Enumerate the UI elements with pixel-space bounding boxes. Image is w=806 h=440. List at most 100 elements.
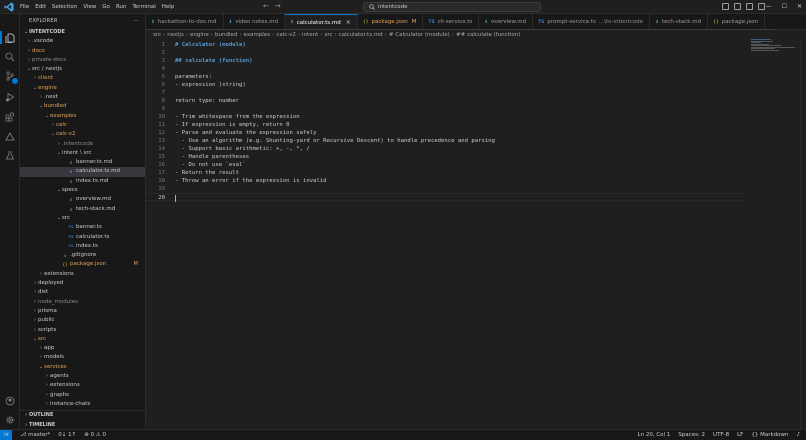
breadcrumb-item[interactable]: calc-v2 xyxy=(276,32,296,38)
menu-item-go[interactable]: Go xyxy=(99,0,113,14)
minimize-button[interactable]: — xyxy=(766,1,772,13)
editor-tab[interactable]: TS prompt-service.ts ...\to-intentcode xyxy=(533,14,651,29)
toggle-sidebar-icon[interactable] xyxy=(722,3,729,10)
folder-item[interactable]: ⌄ intent \ src xyxy=(20,149,145,158)
editor-tab[interactable]: {} package.json M xyxy=(358,14,424,29)
indentation-status[interactable]: Spaces: 2 xyxy=(678,432,705,438)
file-item[interactable]: ⬇ index.ts.md xyxy=(20,177,145,186)
folder-item[interactable]: › public xyxy=(20,316,145,325)
folder-item[interactable]: ⌄ examples xyxy=(20,112,145,121)
forward-arrow-icon[interactable]: → xyxy=(275,2,281,10)
menu-item-terminal[interactable]: Terminal xyxy=(129,0,158,14)
editor-tab[interactable]: {} package.json xyxy=(708,14,766,29)
customize-layout-icon[interactable] xyxy=(758,3,765,10)
sync-status[interactable]: 0↓ 1↑ xyxy=(58,432,76,438)
file-item[interactable]: ⬇ banner.ts.md xyxy=(20,158,145,167)
folder-item[interactable]: › app xyxy=(20,344,145,353)
language-mode[interactable]: {} Markdown xyxy=(751,432,788,438)
editor-tab[interactable]: TS cli-service.ts xyxy=(423,14,480,29)
breadcrumb-item[interactable]: src xyxy=(153,32,161,38)
menu-item-selection[interactable]: Selection xyxy=(49,0,80,14)
maximize-button[interactable]: ☐ xyxy=(782,1,787,13)
file-item[interactable]: TS index.ts xyxy=(20,242,145,251)
workspace-root-folder[interactable]: ⌄INTENTCODE xyxy=(20,28,145,37)
folder-item[interactable]: › .vscode xyxy=(20,37,145,46)
folder-item[interactable]: › graphs xyxy=(20,391,145,400)
encoding-status[interactable]: UTF-8 xyxy=(713,432,729,438)
editor-tab[interactable]: ⬇ video notes.md xyxy=(224,14,285,29)
folder-item[interactable]: › extensions xyxy=(20,270,145,279)
menu-item-edit[interactable]: Edit xyxy=(32,0,49,14)
folder-item[interactable]: ⌄ src xyxy=(20,335,145,344)
folder-item[interactable]: ⌄ engine xyxy=(20,84,145,93)
folder-item[interactable]: ⌄ calc-v2 xyxy=(20,130,145,139)
folder-item[interactable]: › prisma xyxy=(20,307,145,316)
command-center-search[interactable]: intentcode xyxy=(363,2,541,12)
problems-status[interactable]: ⊗ 0 ⚠ 0 xyxy=(84,432,106,438)
file-item[interactable]: {} package.json M xyxy=(20,260,145,269)
folder-item[interactable]: › .next xyxy=(20,93,145,102)
eol-status[interactable]: LF xyxy=(737,432,743,438)
editor-tab[interactable]: ⬇ overview.md xyxy=(479,14,534,29)
cursor-position[interactable]: Ln 20, Col 1 xyxy=(638,432,671,438)
editor-tab[interactable]: ⬇ tech-stack.md xyxy=(650,14,709,29)
menu-item-run[interactable]: Run xyxy=(113,0,130,14)
breadcrumb-item[interactable]: bundled xyxy=(215,32,237,38)
menu-item-help[interactable]: Help xyxy=(159,0,178,14)
menu-item-file[interactable]: File xyxy=(17,0,32,14)
breadcrumb-item[interactable]: engine xyxy=(190,32,209,38)
file-item[interactable]: ⬇ overview.md xyxy=(20,195,145,204)
folder-item[interactable]: › .intentcode xyxy=(20,140,145,149)
toggle-panel-icon[interactable] xyxy=(734,3,741,10)
editor-vertical-scrollbar[interactable] xyxy=(800,39,806,429)
tab-scrollbar[interactable] xyxy=(146,29,776,30)
breadcrumb-item[interactable]: intent xyxy=(302,32,318,38)
editor-tab[interactable]: ⬇ hackathon-to-dos.md xyxy=(146,14,224,29)
folder-item[interactable]: › docs xyxy=(20,47,145,56)
extensions-icon[interactable] xyxy=(5,112,15,122)
explorer-more-actions-icon[interactable]: ··· xyxy=(133,14,139,28)
outline-section-header[interactable]: › OUTLINE xyxy=(20,411,145,421)
search-view-icon[interactable] xyxy=(5,52,15,62)
breadcrumb-item[interactable]: examples xyxy=(244,32,271,38)
breadcrumb-item[interactable]: src xyxy=(324,32,332,38)
minimap[interactable] xyxy=(751,39,799,53)
folder-item[interactable]: › client xyxy=(20,74,145,83)
close-tab-icon[interactable]: × xyxy=(346,19,351,26)
testing-flask-icon[interactable] xyxy=(5,150,15,160)
folder-item[interactable]: ⌄ specs xyxy=(20,186,145,195)
remote-explorer-icon[interactable] xyxy=(5,132,15,142)
file-item[interactable]: TS calculator.ts xyxy=(20,233,145,242)
folder-item[interactable]: ⌄ src / nextjs xyxy=(20,65,145,74)
run-debug-icon[interactable] xyxy=(5,92,15,102)
folder-item[interactable]: ⌄ services xyxy=(20,363,145,372)
code-editor[interactable]: 1 # Calculator (module) 2 3 ## calculate (fu… xyxy=(146,39,806,429)
breadcrumb-item[interactable]: nextjs xyxy=(167,32,184,38)
breadcrumb-item[interactable]: ## calculate (function) xyxy=(456,32,520,38)
menu-item-view[interactable]: View xyxy=(80,0,99,14)
folder-item[interactable]: › calc xyxy=(20,121,145,130)
file-item[interactable]: ◆ .gitignore xyxy=(20,251,145,260)
notifications-bell-icon[interactable]: ♪ xyxy=(796,432,800,438)
folder-item[interactable]: › dist xyxy=(20,288,145,297)
file-item[interactable]: TS banner.ts xyxy=(20,223,145,232)
folder-item[interactable]: › models xyxy=(20,353,145,362)
folder-item[interactable]: › private-docs xyxy=(20,56,145,65)
remote-indicator-icon[interactable]: ⋊ xyxy=(0,430,12,440)
folder-item[interactable]: › extensions xyxy=(20,381,145,390)
breadcrumb-item[interactable]: calculator.ts.md xyxy=(339,32,383,38)
settings-gear-icon[interactable] xyxy=(5,415,15,425)
breadcrumb-item[interactable]: # Calculator (module) xyxy=(389,32,450,38)
file-item[interactable]: ⬇ calculator.ts.md xyxy=(20,167,145,177)
folder-item[interactable]: › agents xyxy=(20,372,145,381)
accounts-icon[interactable] xyxy=(5,396,15,406)
branch-status[interactable]: ⎇ master* xyxy=(20,432,50,438)
folder-item[interactable]: › deployed xyxy=(20,279,145,288)
toggle-secondary-sidebar-icon[interactable] xyxy=(746,3,753,10)
folder-item[interactable]: › scripts xyxy=(20,326,145,335)
timeline-section-header[interactable]: › TIMELINE xyxy=(20,421,145,430)
folder-item[interactable]: › node_modules xyxy=(20,298,145,307)
explorer-files-icon[interactable] xyxy=(5,33,15,43)
editor-tab[interactable]: ⬇ calculator.ts.md × xyxy=(284,14,358,29)
folder-item[interactable]: › instance-chats xyxy=(20,400,145,409)
